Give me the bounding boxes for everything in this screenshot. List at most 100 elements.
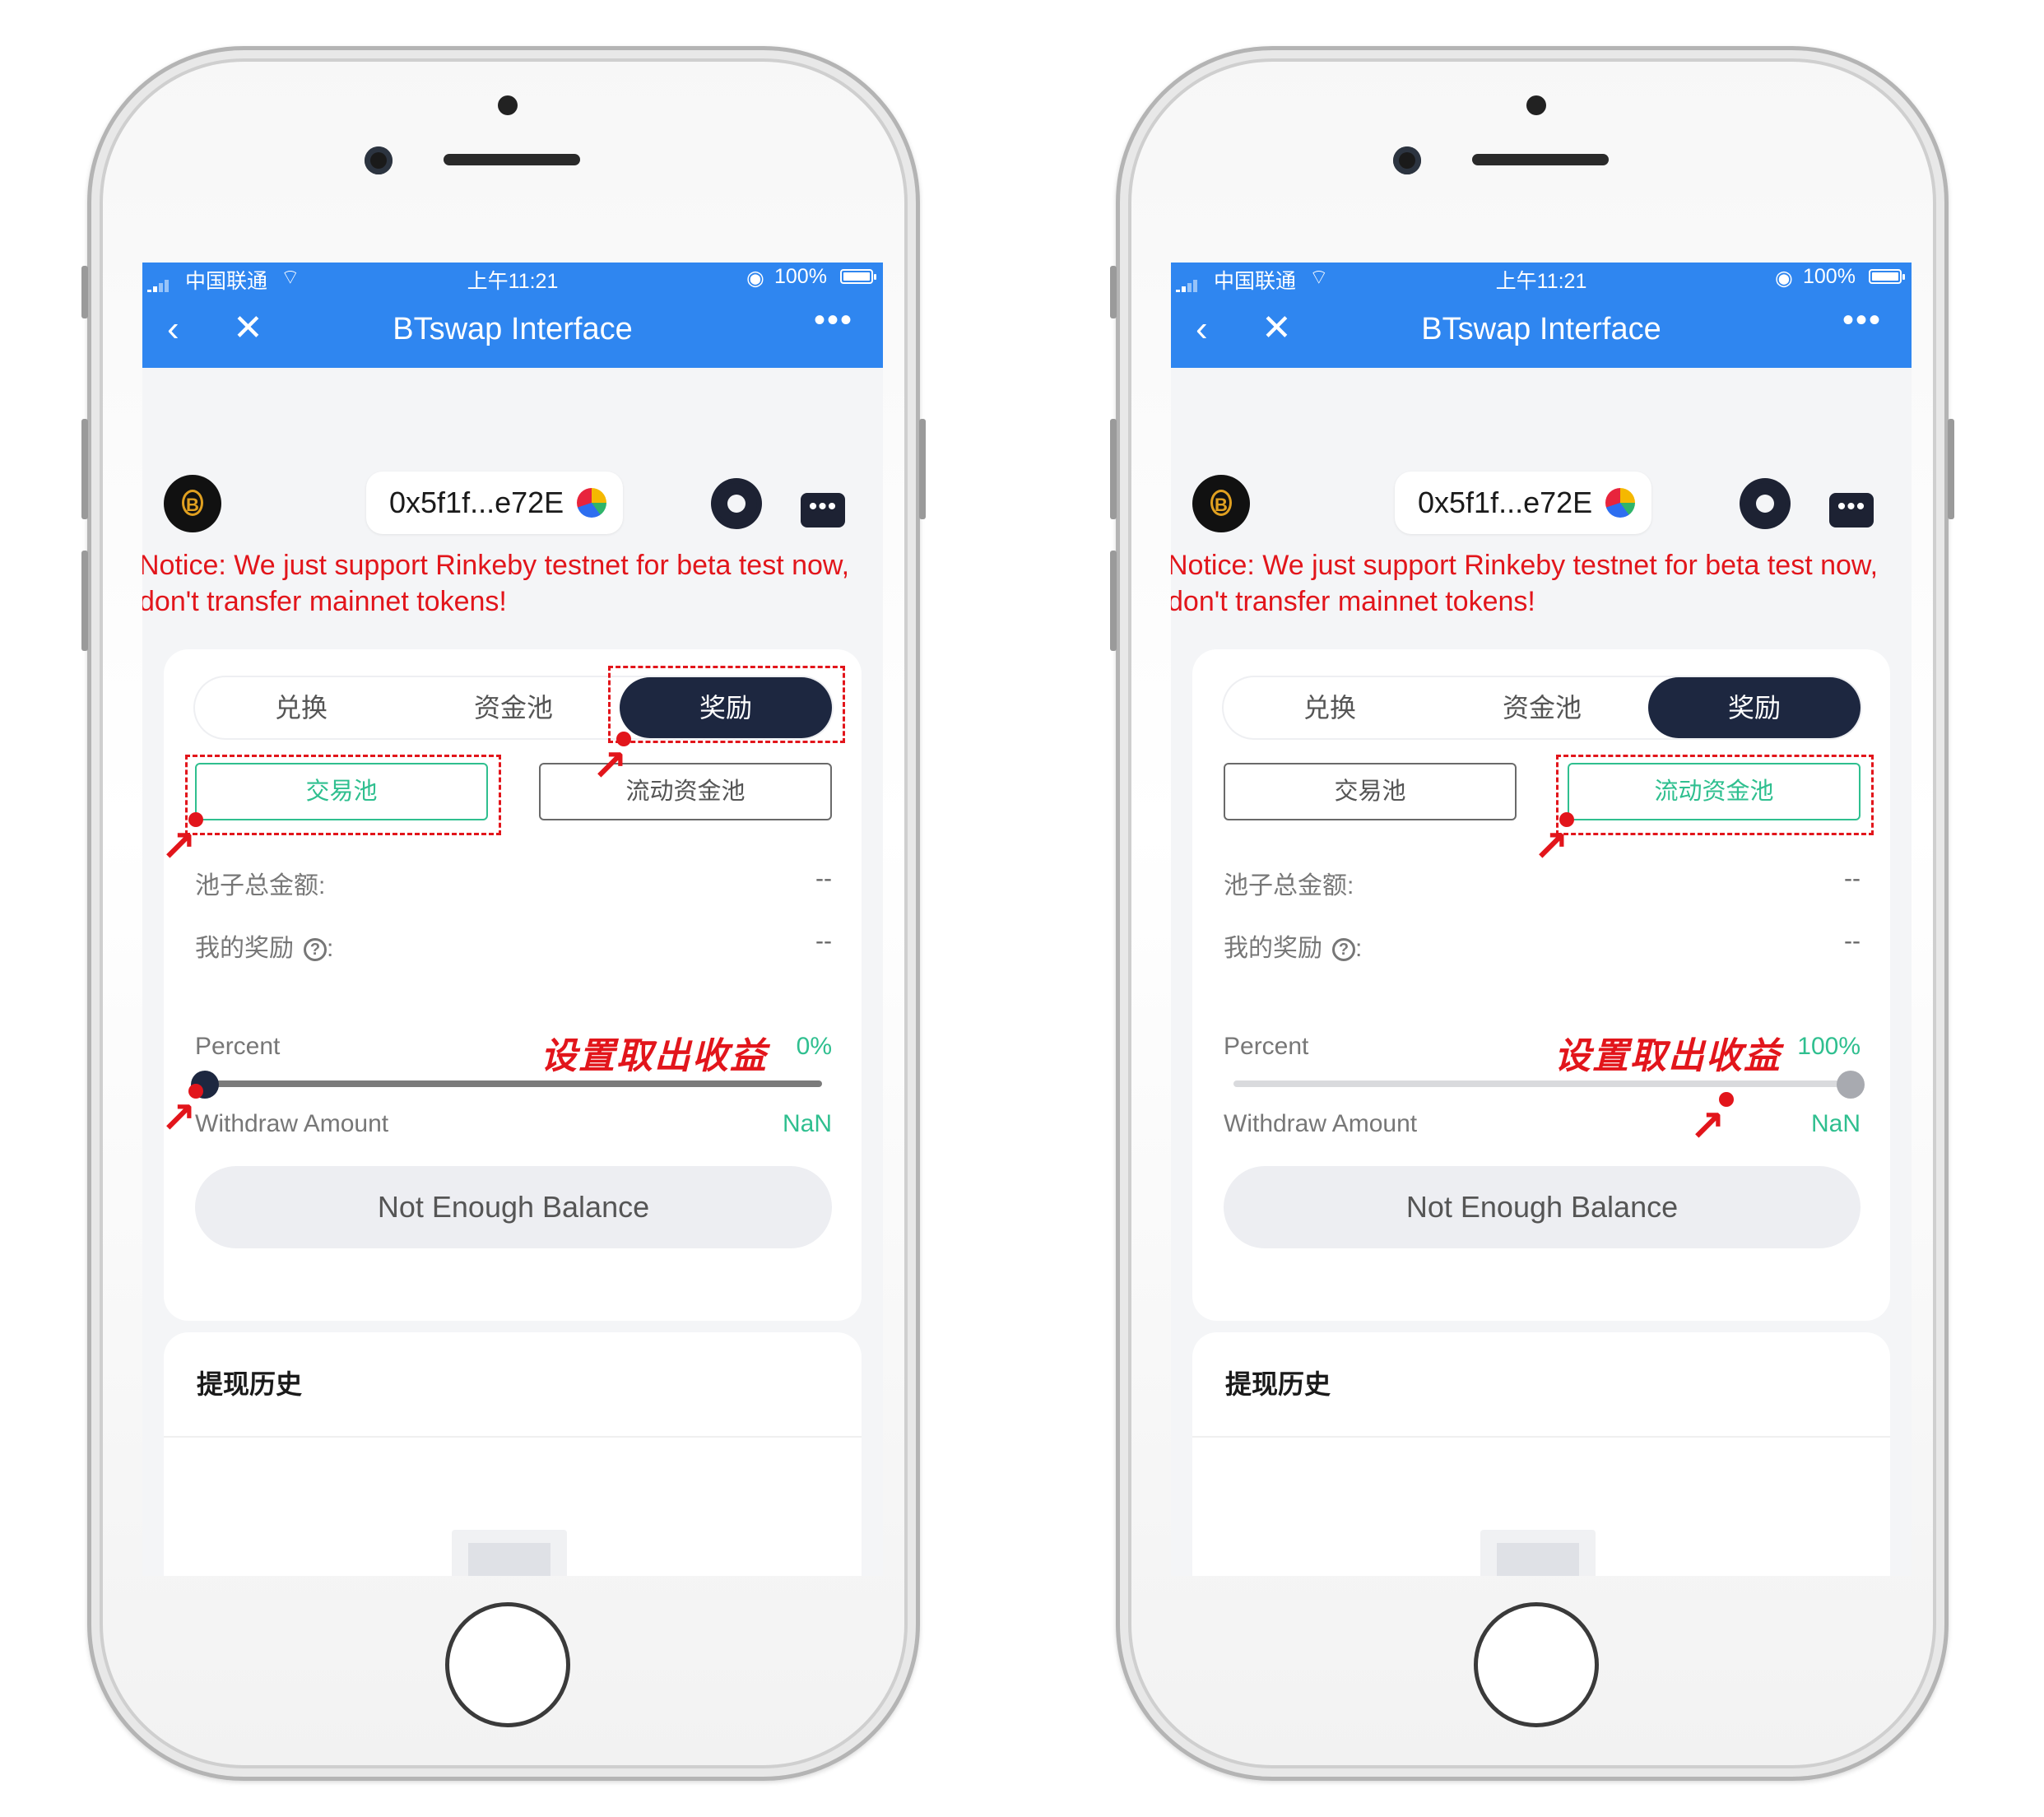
annotation-arrow: ↗ — [592, 742, 628, 790]
power-button — [1948, 419, 1954, 519]
app-screen: 中国联通 ⌔ 上午11:21 ◉ 100% ‹ ✕ BTswap Interfa… — [142, 263, 883, 1576]
help-icon[interactable]: ? — [304, 938, 327, 962]
more-icon[interactable]: ••• — [814, 302, 853, 339]
battery-icon — [1869, 269, 1905, 284]
my-reward-row: 我的奖励?: -- — [1224, 927, 1861, 964]
percent-slider-track[interactable] — [205, 1080, 822, 1087]
my-reward-value: -- — [815, 927, 832, 955]
nav-bar: ‹ ✕ BTswap Interface ••• — [142, 292, 883, 368]
annotation-arrow: ↗ — [1533, 823, 1569, 871]
reward-card: 兑换 资金池 奖励 交易池 流动资金池 池子总金额: -- 我的奖励?: -- … — [1192, 649, 1890, 1321]
percent-slider-track[interactable] — [1233, 1080, 1851, 1087]
mute-switch — [1110, 266, 1117, 318]
pool-total-value: -- — [1844, 865, 1861, 892]
annotation-box-liquidity-pool — [1556, 755, 1874, 835]
pool-total-value: -- — [815, 865, 832, 892]
orientation-lock-icon: ◉ — [1775, 267, 1793, 290]
status-bar: 中国联通 ⌔ 上午11:21 ◉ 100% — [142, 263, 883, 295]
power-button — [919, 419, 926, 519]
gear-icon[interactable] — [716, 483, 757, 524]
annotation-text: 设置取出收益 — [541, 1036, 768, 1076]
status-bar: 中国联通 ⌔ 上午11:21 ◉ 100% — [1171, 263, 1912, 295]
notice-text: Notice: We just support Rinkeby testnet … — [1171, 550, 1879, 617]
trade-pool-button[interactable]: 交易池 — [1224, 763, 1517, 820]
battery-icon — [840, 269, 876, 284]
history-card: 提现历史 — [1192, 1332, 1890, 1576]
speaker-grille — [444, 154, 580, 165]
home-button — [1474, 1602, 1599, 1727]
annotation-box-reward-tab — [608, 666, 845, 743]
phone-frame-right: 中国联通 ⌔ 上午11:21 ◉ 100% ‹ ✕ BTswap Interfa… — [1110, 46, 1954, 1781]
percent-value: 0% — [796, 1033, 832, 1060]
logo-icon[interactable] — [164, 475, 221, 532]
withdraw-value: NaN — [782, 1110, 832, 1137]
more-icon[interactable]: ••• — [1842, 302, 1882, 339]
tab-pool[interactable]: 资金池 — [1436, 677, 1648, 738]
my-reward-colon: : — [327, 935, 334, 962]
app-screen: 中国联通 ⌔ 上午11:21 ◉ 100% ‹ ✕ BTswap Interfa… — [1171, 263, 1912, 1576]
percent-label: Percent — [195, 1033, 281, 1060]
clock: 上午11:21 — [467, 270, 559, 293]
clock: 上午11:21 — [1495, 270, 1587, 293]
wallet-address-button[interactable]: 0x5f1f...e72E — [366, 472, 623, 534]
annotation-arrow: ↗ — [160, 1094, 197, 1142]
wallet-address-button[interactable]: 0x5f1f...e72E — [1395, 472, 1651, 534]
tab-swap[interactable]: 兑换 — [1224, 677, 1436, 738]
menu-dots-icon[interactable]: ••• — [1829, 493, 1874, 527]
annotation-arrow: ↗ — [1689, 1103, 1726, 1150]
empty-document-icon — [452, 1530, 567, 1576]
percent-label: Percent — [1224, 1033, 1309, 1060]
pool-total-row: 池子总金额: -- — [195, 865, 832, 901]
withdraw-label: Withdraw Amount — [195, 1110, 389, 1137]
tab-swap[interactable]: 兑换 — [195, 677, 407, 738]
help-icon[interactable]: ? — [1332, 938, 1355, 962]
divider — [1192, 1436, 1890, 1438]
wallet-icon — [577, 488, 606, 518]
annotation-box-trade-pool — [185, 755, 501, 835]
tab-bar: 兑换 资金池 奖励 — [1224, 677, 1861, 738]
camera-icon — [365, 146, 393, 174]
not-enough-balance-button[interactable]: Not Enough Balance — [195, 1166, 832, 1248]
pool-total-label: 池子总金额: — [1224, 872, 1354, 899]
nav-bar: ‹ ✕ BTswap Interface ••• — [1171, 292, 1912, 368]
not-enough-balance-button[interactable]: Not Enough Balance — [1224, 1166, 1861, 1248]
sensor-icon — [1526, 95, 1546, 115]
annotation-text: 设置取出收益 — [1554, 1036, 1782, 1076]
empty-document-icon — [1480, 1530, 1596, 1576]
reward-card: 兑换 资金池 奖励 交易池 流动资金池 池子总金额: -- 我的奖励?: -- … — [164, 649, 862, 1321]
volume-down-button — [1110, 551, 1117, 651]
annotation-arrow: ↗ — [160, 823, 197, 871]
my-reward-label: 我的奖励 — [195, 935, 294, 962]
speaker-grille — [1472, 154, 1609, 165]
volume-up-button — [1110, 419, 1117, 519]
gear-icon[interactable] — [1744, 483, 1786, 524]
my-reward-value: -- — [1844, 927, 1861, 955]
history-title: 提现历史 — [1225, 1369, 1331, 1399]
percent-slider-thumb[interactable] — [1837, 1071, 1865, 1099]
volume-up-button — [81, 419, 88, 519]
history-card: 提现历史 — [164, 1332, 862, 1576]
menu-dots-icon[interactable]: ••• — [801, 493, 845, 527]
withdraw-value: NaN — [1810, 1110, 1861, 1137]
liquidity-pool-button[interactable]: 流动资金池 — [539, 763, 832, 820]
tab-reward[interactable]: 奖励 — [1648, 677, 1861, 738]
my-reward-row: 我的奖励?: -- — [195, 927, 832, 964]
logo-icon[interactable] — [1192, 475, 1250, 532]
tab-pool[interactable]: 资金池 — [407, 677, 620, 738]
withdraw-label: Withdraw Amount — [1224, 1110, 1418, 1137]
wallet-address: 0x5f1f...e72E — [389, 486, 564, 519]
home-button — [445, 1602, 570, 1727]
wallet-address: 0x5f1f...e72E — [1418, 486, 1593, 519]
camera-icon — [1393, 146, 1421, 174]
notice-text: Notice: We just support Rinkeby testnet … — [142, 550, 850, 617]
page-title: BTswap Interface — [1421, 312, 1661, 346]
my-reward-label: 我的奖励 — [1224, 935, 1322, 962]
page-title: BTswap Interface — [393, 312, 633, 346]
history-title: 提现历史 — [197, 1369, 303, 1399]
battery-percent: 100% — [774, 265, 827, 288]
divider — [164, 1436, 862, 1438]
my-reward-colon: : — [1355, 935, 1363, 962]
orientation-lock-icon: ◉ — [746, 267, 764, 290]
sensor-icon — [498, 95, 518, 115]
battery-percent: 100% — [1803, 265, 1856, 288]
